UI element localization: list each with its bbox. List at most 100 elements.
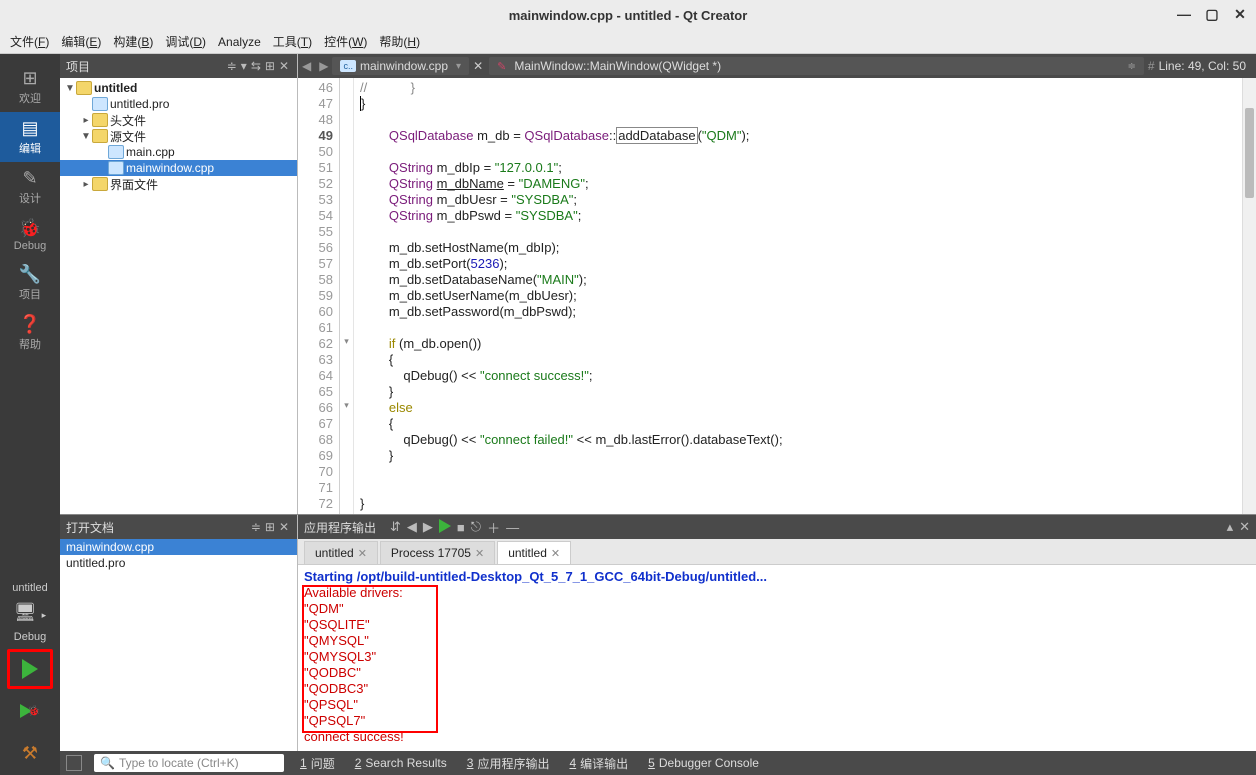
- close-icon[interactable]: ✕: [475, 547, 484, 560]
- symbol-breadcrumb[interactable]: ✎ MainWindow::MainWindow(QWidget *) ≑: [489, 57, 1144, 75]
- folder-icon: [76, 81, 92, 95]
- tree-item[interactable]: ▼源文件: [60, 128, 297, 144]
- code-area[interactable]: 4647484950515253545556575859606162636465…: [298, 78, 1256, 514]
- mode-sidebar: ⊞欢迎▤编辑✎设计🐞Debug🔧项目❓帮助 untitled 🖥 ▸ Debug…: [0, 54, 60, 775]
- close-icon[interactable]: ✕: [551, 547, 560, 560]
- tree-item[interactable]: ▸界面文件: [60, 176, 297, 192]
- open-file-item[interactable]: untitled.pro: [60, 555, 297, 571]
- output-text[interactable]: Starting /opt/build-untitled-Desktop_Qt_…: [298, 565, 1256, 751]
- build-mode: Debug: [0, 627, 60, 647]
- close-panel-icon[interactable]: ✕: [279, 59, 289, 73]
- output-panel: 应用程序输出 ⇵ ◀ ▶ ■ ⎋ ＋ — ▴ ✕ untitled✕Proces…: [298, 515, 1256, 751]
- sidebar-item-项目[interactable]: 🔧项目: [0, 258, 60, 308]
- folder-icon: [92, 129, 108, 143]
- open-files-panel: 打开文档 ≑ ⊞ ✕ mainwindow.cppuntitled.pro: [60, 515, 298, 751]
- run-icon[interactable]: [439, 519, 451, 536]
- status-tab[interactable]: 1问题: [290, 751, 345, 775]
- project-panel: 项目 ≑ ▾ ⇆ ⊞ ✕ ▼untitleduntitled.pro▸头文件▼源…: [60, 54, 298, 514]
- cpp-icon: c..: [340, 60, 356, 72]
- locator-input[interactable]: 🔍 Type to locate (Ctrl+K): [94, 754, 284, 772]
- sidebar-item-编辑[interactable]: ▤编辑: [0, 112, 60, 162]
- output-tab[interactable]: untitled✕: [304, 541, 378, 564]
- status-tab[interactable]: 3应用程序输出: [457, 751, 560, 775]
- status-tab[interactable]: 4编译输出: [559, 751, 638, 775]
- output-title: 应用程序输出: [304, 519, 376, 536]
- maximize-panel-icon[interactable]: ▴: [1227, 519, 1234, 535]
- expand-icon[interactable]: ▼: [80, 131, 92, 142]
- run-button[interactable]: [7, 649, 53, 689]
- tree-item[interactable]: untitled.pro: [60, 96, 297, 112]
- add-icon[interactable]: ＋: [487, 518, 500, 537]
- kit-target[interactable]: untitled: [0, 578, 60, 598]
- open-file-item[interactable]: mainwindow.cpp: [60, 539, 297, 555]
- tree-item[interactable]: ▸头文件: [60, 112, 297, 128]
- menu-item[interactable]: 工具(T): [267, 30, 318, 53]
- tree-item[interactable]: main.cpp: [60, 144, 297, 160]
- menu-item[interactable]: 构建(B): [107, 30, 159, 53]
- vertical-scrollbar[interactable]: [1242, 78, 1256, 514]
- project-header: 项目 ≑ ▾ ⇆ ⊞ ✕: [60, 54, 297, 78]
- sidebar-item-帮助[interactable]: ❓帮助: [0, 308, 60, 358]
- filter-icon[interactable]: ▾: [241, 59, 247, 73]
- chevron-down-icon: ▾: [456, 61, 461, 72]
- expand-icon[interactable]: ▸: [80, 115, 92, 126]
- hash-icon: #: [1148, 59, 1155, 73]
- split-icon[interactable]: ⊞: [265, 59, 275, 73]
- close-icon[interactable]: ✕: [1232, 6, 1248, 23]
- maximize-icon[interactable]: ▢: [1204, 6, 1220, 23]
- status-tab[interactable]: 5Debugger Console: [638, 751, 769, 775]
- attach-icon[interactable]: ⎋: [471, 519, 481, 535]
- menu-item[interactable]: 调试(D): [159, 30, 212, 53]
- sidebar-item-欢迎[interactable]: ⊞欢迎: [0, 62, 60, 112]
- nav-back-icon[interactable]: ◀: [298, 59, 315, 73]
- prev-icon[interactable]: ◀: [407, 519, 417, 535]
- file-breadcrumb[interactable]: c.. mainwindow.cpp ▾: [332, 57, 469, 75]
- dropdown-icon[interactable]: ≑: [227, 59, 237, 73]
- window-title: mainwindow.cpp - untitled - Qt Creator: [509, 8, 748, 23]
- menu-item[interactable]: 帮助(H): [373, 30, 426, 53]
- minimize-icon[interactable]: —: [1176, 6, 1192, 23]
- next-icon[interactable]: ▶: [423, 519, 433, 535]
- cpp-icon: [108, 145, 124, 159]
- split-icon[interactable]: ⊞: [265, 520, 275, 534]
- tree-item[interactable]: mainwindow.cpp: [60, 160, 297, 176]
- line-col-indicator[interactable]: Line: 49, Col: 50: [1159, 59, 1256, 73]
- cpp-icon: [108, 161, 124, 175]
- status-tab[interactable]: 2Search Results: [345, 751, 457, 775]
- expand-icon[interactable]: ▸: [80, 179, 92, 190]
- tree-item[interactable]: ▼untitled: [60, 80, 297, 96]
- output-tab[interactable]: untitled✕: [497, 541, 571, 564]
- search-icon: 🔍: [100, 756, 115, 770]
- menu-item[interactable]: 编辑(E): [55, 30, 107, 53]
- expand-icon[interactable]: ▼: [64, 83, 76, 94]
- editor: ◀ ▶ c.. mainwindow.cpp ▾ ✕ ✎ MainWindow:…: [298, 54, 1256, 514]
- menu-item[interactable]: Analyze: [212, 32, 267, 52]
- build-button[interactable]: ⚒: [7, 733, 53, 773]
- remove-icon[interactable]: —: [506, 520, 519, 535]
- close-panel-icon[interactable]: ✕: [279, 520, 289, 534]
- link-icon[interactable]: ⇆: [251, 59, 261, 73]
- cpp-icon: [92, 97, 108, 111]
- debug-run-button[interactable]: 🐞: [7, 691, 53, 731]
- 欢迎-icon: ⊞: [0, 68, 60, 88]
- close-icon[interactable]: ✕: [358, 547, 367, 560]
- project-tree[interactable]: ▼untitleduntitled.pro▸头文件▼源文件main.cppmai…: [60, 78, 297, 514]
- sidebar-item-设计[interactable]: ✎设计: [0, 162, 60, 212]
- nav-fwd-icon[interactable]: ▶: [315, 59, 332, 73]
- close-panel-icon[interactable]: ✕: [1239, 519, 1250, 535]
- close-file-icon[interactable]: ✕: [473, 59, 483, 73]
- stop-icon[interactable]: ■: [457, 520, 465, 535]
- sidebar-toggle-icon[interactable]: [66, 755, 82, 771]
- filter-icon[interactable]: ⇵: [390, 519, 401, 535]
- sidebar-item-Debug[interactable]: 🐞Debug: [0, 212, 60, 258]
- dropdown-icon[interactable]: ≑: [251, 520, 261, 534]
- monitor-icon[interactable]: 🖥 ▸: [0, 598, 60, 627]
- chevron-down-icon: ≑: [1128, 61, 1136, 72]
- 项目-icon: 🔧: [0, 264, 60, 284]
- Debug-icon: 🐞: [0, 218, 60, 238]
- menu-item[interactable]: 控件(W): [318, 30, 373, 53]
- menu-item[interactable]: 文件(F): [4, 30, 55, 53]
- menu-bar: 文件(F)编辑(E)构建(B)调试(D)Analyze工具(T)控件(W)帮助(…: [0, 30, 1256, 54]
- output-tab[interactable]: Process 17705✕: [380, 541, 495, 564]
- pencil-icon: ✎: [497, 60, 506, 73]
